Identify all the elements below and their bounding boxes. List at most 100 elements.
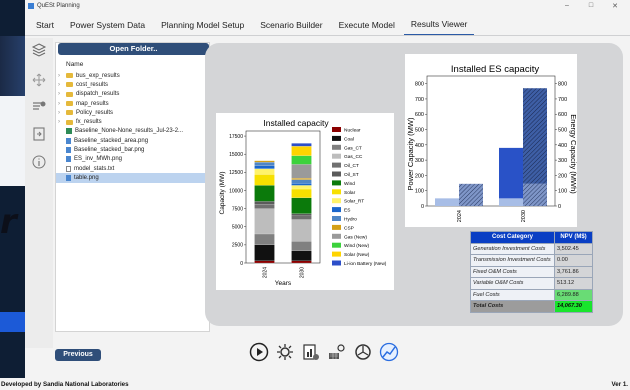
bar-segment [254, 160, 275, 163]
legend-swatch [332, 233, 341, 239]
bar-segment [291, 219, 312, 242]
chart-icon[interactable] [378, 341, 400, 363]
bar-segment [291, 179, 312, 184]
info-icon[interactable] [31, 154, 47, 170]
tree-column-header: Name [66, 61, 84, 68]
tree-item-file[interactable]: model_stats.txt [56, 164, 209, 173]
table-row: Variable O&M Costs 513.12 [470, 277, 593, 290]
move-arrows-icon[interactable] [31, 72, 47, 88]
title-bar: QuESt Planning – □ ✕ [25, 0, 630, 12]
y2-tick-label: 300 [558, 158, 567, 164]
legend-label: Solar_RT [344, 199, 364, 205]
y-tick-label: 10000 [229, 188, 243, 194]
tree-item-folder[interactable]: › cost_results [56, 80, 209, 89]
tab-execute-model[interactable]: Execute Model [332, 20, 402, 35]
tree-item-folder[interactable]: › dispatch_results [56, 90, 209, 99]
legend-swatch [332, 144, 341, 150]
tab-start[interactable]: Start [29, 20, 61, 35]
y2-tick-label: 600 [558, 112, 567, 118]
tree-item-file[interactable]: Baseline_stacked_area.png [56, 136, 209, 145]
table-header-value: NPV (M$) [554, 231, 593, 244]
bar-segment [254, 201, 275, 205]
folder-icon [66, 73, 73, 79]
tree-item-folder[interactable]: › Policy_results [56, 108, 209, 117]
maximize-button[interactable]: □ [586, 2, 596, 10]
cost-category-cell: Fixed O&M Costs [470, 265, 555, 278]
tree-item-label: Policy_results [76, 109, 114, 116]
y2-tick-label: 200 [558, 173, 567, 179]
legend-swatch [332, 162, 341, 168]
solar-gear-icon[interactable] [326, 341, 348, 363]
close-button[interactable]: ✕ [610, 2, 620, 10]
y-tick-label: 600 [415, 112, 424, 118]
x-tick-label: 2024 [263, 267, 269, 278]
tab-power-system-data[interactable]: Power System Data [63, 20, 152, 35]
chevron-right-icon[interactable]: › [58, 101, 66, 107]
wind-gear-icon[interactable] [352, 341, 374, 363]
export-document-icon[interactable] [31, 126, 47, 142]
legend-label: Gas (New) [344, 234, 367, 240]
open-folder-button[interactable]: Open Folder.. [58, 43, 209, 55]
bar-segment [254, 233, 275, 245]
cost-value-cell: 14,067.30 [554, 300, 593, 313]
legend-swatch [332, 135, 341, 141]
layers-icon[interactable] [31, 42, 47, 58]
list-settings-icon[interactable] [31, 98, 47, 114]
chevron-right-icon[interactable]: › [58, 110, 66, 116]
tree-item-folder[interactable]: › bus_exp_results [56, 71, 209, 80]
legend-swatch [332, 189, 341, 195]
y2-tick-label: 0 [558, 204, 561, 210]
previous-button[interactable]: Previous [55, 349, 101, 361]
desktop-blue-fragment [0, 312, 25, 332]
x-axis-label: Years [275, 280, 292, 287]
legend-swatch [332, 251, 341, 257]
bar-segment [254, 244, 275, 261]
tree-item-label: dispatch_results [76, 91, 120, 98]
chevron-right-icon[interactable]: › [58, 119, 66, 125]
minimize-button[interactable]: – [562, 2, 572, 10]
y-tick-label: 700 [415, 97, 424, 103]
y2-tick-label: 400 [558, 143, 567, 149]
legend-swatch [332, 127, 341, 132]
chevron-right-icon[interactable]: › [58, 91, 66, 97]
tree-item-label: Baseline_stacked_area.png [74, 137, 149, 144]
y-tick-label: 12500 [229, 170, 243, 176]
text-file-icon [66, 165, 71, 172]
bar-segment [291, 185, 312, 190]
legend-label: Oil_CT [344, 163, 359, 169]
installed-capacity-svg: Installed capacity Capacity (MW) Years 0… [219, 118, 387, 287]
legend-label: Wind [344, 181, 355, 187]
gear-network-icon[interactable] [274, 341, 296, 363]
y2-axis-label: Energy Capacity (MWh) [569, 114, 577, 194]
tree-item-file[interactable]: Baseline_None-None_results_Jul-23-2... [56, 127, 209, 136]
tab-planning-model-setup[interactable]: Planning Model Setup [154, 20, 251, 35]
tree-item-folder[interactable]: › fx_results [56, 117, 209, 126]
tree-item-folder[interactable]: › map_results [56, 99, 209, 108]
chevron-right-icon[interactable]: › [58, 82, 66, 88]
tree-item-file[interactable]: Baseline_stacked_bar.png [56, 145, 209, 154]
folder-icon [66, 110, 73, 116]
cost-category-cell: Variable O&M Costs [470, 277, 555, 290]
tab-results-viewer[interactable]: Results Viewer [403, 19, 475, 35]
bar-power-existing [499, 198, 523, 206]
image-file-icon [66, 156, 71, 163]
file-tree: › bus_exp_results › cost_results › dispatch… [56, 71, 209, 183]
tab-scenario-builder[interactable]: Scenario Builder [253, 20, 329, 35]
legend-label: Coal [344, 136, 354, 142]
bar-segment [291, 164, 312, 179]
tree-item-label: cost_results [76, 81, 109, 88]
legend-swatch [332, 153, 341, 159]
app-icon [28, 3, 34, 9]
play-icon[interactable] [248, 341, 270, 363]
tree-item-file[interactable]: ES_inv_MWh.png [56, 155, 209, 164]
document-chart-icon[interactable] [300, 341, 322, 363]
bar-segment [254, 162, 275, 166]
y-tick-label: 500 [415, 128, 424, 134]
table-row: Generation Investment Costs 3,502.45 [470, 242, 593, 255]
bar-segment [291, 183, 312, 186]
chevron-right-icon[interactable]: › [58, 73, 66, 79]
y-tick-label: 15000 [229, 152, 243, 158]
status-bar: Developed by Sandia National Laboratorie… [0, 378, 630, 390]
tree-item-file-selected[interactable]: table.png [56, 173, 209, 183]
legend-swatch [332, 242, 341, 248]
